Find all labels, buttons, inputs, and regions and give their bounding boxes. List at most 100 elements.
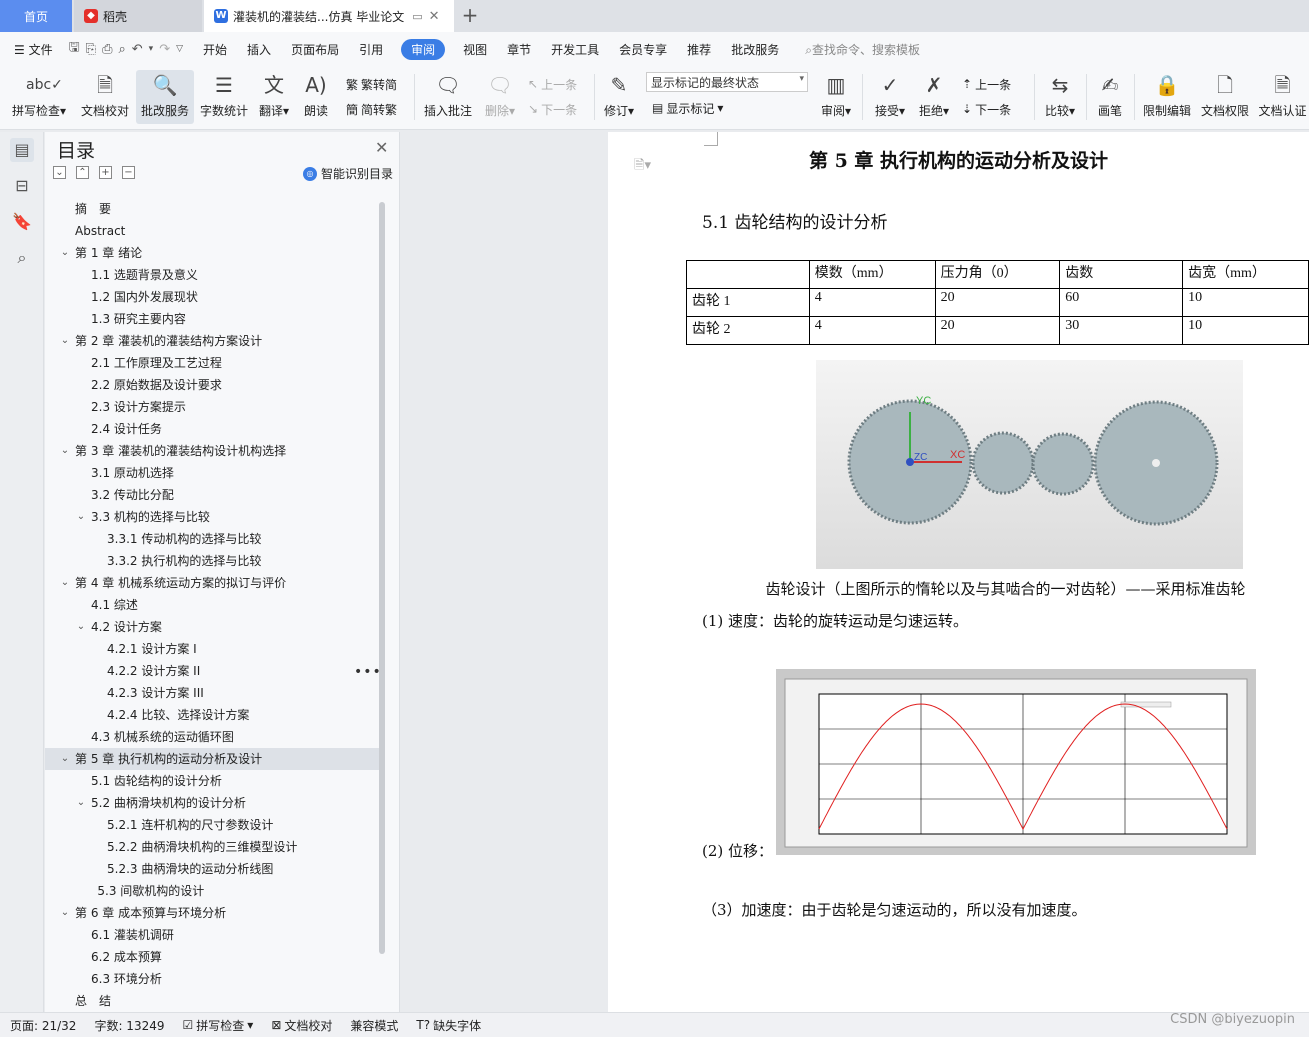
toc-item[interactable]: 3.3.1 传动机构的选择与比较 — [45, 528, 380, 550]
spell-check-status[interactable]: ☑ 拼写检查 ▾ — [183, 1017, 254, 1034]
undo-icon[interactable]: ↶ — [132, 42, 143, 57]
spell-check-button[interactable]: abc✓ 拼写检查▾ — [8, 70, 70, 124]
proofread-status[interactable]: ⊠ 文档校对 — [271, 1017, 332, 1034]
toc-item[interactable]: 5.1 齿轮结构的设计分析 — [45, 770, 380, 792]
toc-item[interactable]: 5.3 间歇机构的设计 — [45, 880, 380, 902]
delete-comment-button[interactable]: 🗨 删除▾ — [480, 70, 520, 124]
word-count-button[interactable]: ☰ 字数统计 — [198, 70, 250, 124]
toc-item[interactable]: 6.2 成本预算 — [45, 946, 380, 968]
tab-docer[interactable]: ◆ 稻壳 — [74, 0, 202, 32]
toc-item[interactable]: 5.2.1 连杆机构的尺寸参数设计 — [45, 814, 380, 836]
reject-button[interactable]: ✗ 拒绝▾ — [914, 70, 954, 124]
next-comment-button[interactable]: ↘ 下一条 — [528, 99, 577, 119]
mark-state-select[interactable]: 显示标记的最终状态 ▾ — [646, 72, 808, 92]
toc-item[interactable]: Abstract — [45, 220, 380, 242]
toc-item[interactable]: ⌄ 第 5 章 执行机构的运动分析及设计 — [45, 748, 380, 770]
chevron-down-icon[interactable]: ⌄ — [59, 572, 71, 594]
prev-comment-button[interactable]: ↖ 上一条 — [528, 74, 577, 94]
command-search[interactable]: ⌕查找命令、搜索模板 — [805, 41, 920, 58]
menu-review-service[interactable]: 批改服务 — [731, 41, 779, 58]
chevron-down-icon[interactable]: ⌄ — [59, 440, 71, 462]
restore-icon[interactable]: ▭ — [412, 10, 422, 23]
menu-section[interactable]: 章节 — [507, 41, 531, 58]
restrict-editing-button[interactable]: 🔒 限制编辑 — [1140, 70, 1194, 124]
tab-home[interactable]: 首页 — [0, 0, 72, 32]
doc-permission-button[interactable]: 🗋 文档权限 — [1198, 70, 1252, 124]
save-icon[interactable]: 🖫 — [69, 38, 80, 60]
toc-item[interactable]: 2.2 原始数据及设计要求 — [45, 374, 380, 396]
toc-panel-icon[interactable]: ▤ — [10, 138, 34, 162]
toc-item[interactable]: 4.2.3 设计方案 III — [45, 682, 380, 704]
word-count-indicator[interactable]: 字数: 13249 — [94, 1017, 164, 1034]
compare-button[interactable]: ⇆ 比较▾ — [1040, 70, 1080, 124]
toc-item[interactable]: 4.2.1 设计方案 I — [45, 638, 380, 660]
chevron-down-icon[interactable]: ⌄ — [75, 506, 87, 528]
remove-heading-icon[interactable]: − — [122, 166, 135, 179]
add-heading-icon[interactable]: + — [99, 166, 112, 179]
toc-item[interactable]: ⌄ 3.3 机构的选择与比较 — [45, 506, 380, 528]
new-tab-button[interactable]: + — [458, 4, 482, 28]
toc-item[interactable]: ⌄ 5.2 曲柄滑块机构的设计分析 — [45, 792, 380, 814]
chapter-nav-icon[interactable]: ⊟ — [10, 174, 34, 198]
page-indicator[interactable]: 页面: 21/32 — [10, 1017, 76, 1034]
toc-item[interactable]: 6.1 灌装机调研 — [45, 924, 380, 946]
bookmark-icon[interactable]: 🔖 — [10, 210, 34, 234]
expand-all-icon[interactable]: ⌄ — [53, 166, 66, 179]
redo-icon[interactable]: ↷ — [159, 42, 170, 57]
undo-dropdown-icon[interactable]: ▾ — [149, 44, 154, 54]
menu-insert[interactable]: 插入 — [247, 41, 271, 58]
toc-item[interactable]: ⌄ 第 2 章 灌装机的灌装结构方案设计 — [45, 330, 380, 352]
trad-to-simp-button[interactable]: 繁繁转简 — [346, 74, 397, 94]
chevron-down-icon[interactable]: ⌄ — [59, 242, 71, 264]
toc-item[interactable]: 1.1 选题背景及意义 — [45, 264, 380, 286]
toc-item[interactable]: 3.1 原动机选择 — [45, 462, 380, 484]
read-aloud-button[interactable]: A) 朗读 — [298, 70, 334, 124]
track-changes-button[interactable]: ✎ 修订▾ — [600, 70, 638, 124]
show-marks-button[interactable]: ▤ 显示标记 ▾ — [652, 98, 723, 118]
menu-member[interactable]: 会员专享 — [619, 41, 667, 58]
close-icon[interactable]: ✕ — [375, 138, 388, 157]
print-icon[interactable]: ⎙ — [102, 42, 112, 57]
chevron-down-icon[interactable]: ⌄ — [59, 902, 71, 924]
translate-button[interactable]: 文翻译▾ — [255, 70, 293, 124]
toc-item[interactable]: 4.2.2 设计方案 II — [45, 660, 380, 682]
toc-item[interactable]: 2.1 工作原理及工艺过程 — [45, 352, 380, 374]
print-preview-icon[interactable]: ⌕ — [118, 42, 125, 57]
menu-recommend[interactable]: 推荐 — [687, 41, 711, 58]
toc-item[interactable]: ⌄ 4.2 设计方案 — [45, 616, 380, 638]
close-tab-icon[interactable]: ✕ — [429, 9, 440, 24]
menu-review[interactable]: 审阅 — [401, 38, 446, 60]
toc-item[interactable]: 2.3 设计方案提示 — [45, 396, 380, 418]
menu-references[interactable]: 引用 — [359, 41, 383, 58]
toc-item[interactable]: 6.3 环境分析 — [45, 968, 380, 990]
toc-item[interactable]: 5.2.3 曲柄滑块的运动分析线图 — [45, 858, 380, 880]
proofread-button[interactable]: 🗎 文档校对 — [76, 70, 134, 124]
chevron-down-icon[interactable]: ⌄ — [75, 616, 87, 638]
review-service-button[interactable]: 🔍 批改服务 — [136, 70, 194, 124]
pen-button[interactable]: ✍ 画笔 — [1092, 70, 1128, 124]
toc-item[interactable]: ⌄ 第 3 章 灌装机的灌装结构设计机构选择 — [45, 440, 380, 462]
toc-item[interactable]: ⌄ 第 4 章 机械系统运动方案的拟订与评价 — [45, 572, 380, 594]
toc-item[interactable]: 4.3 机械系统的运动循环图 — [45, 726, 380, 748]
toc-scrollbar[interactable] — [379, 202, 385, 954]
simp-to-trad-button[interactable]: 簡简转繁 — [346, 99, 397, 119]
menu-developer[interactable]: 开发工具 — [551, 41, 599, 58]
chevron-down-icon[interactable]: ⌄ — [75, 792, 87, 814]
insert-comment-button[interactable]: 🗨 插入批注 — [422, 70, 474, 124]
toc-item[interactable]: 1.2 国内外发展现状 — [45, 286, 380, 308]
menu-layout[interactable]: 页面布局 — [291, 41, 339, 58]
toc-item[interactable]: ⌄ 第 6 章 成本预算与环境分析 — [45, 902, 380, 924]
toc-item[interactable]: 4.1 综述 — [45, 594, 380, 616]
toc-item[interactable]: 3.2 传动比分配 — [45, 484, 380, 506]
collapse-all-icon[interactable]: ⌃ — [76, 166, 89, 179]
menu-home[interactable]: 开始 — [203, 41, 227, 58]
doc-auth-button[interactable]: 🗎 文档认证 — [1256, 70, 1309, 124]
toc-item[interactable]: 2.4 设计任务 — [45, 418, 380, 440]
chevron-down-icon[interactable]: ⌄ — [59, 330, 71, 352]
tab-document[interactable]: W 灌装机的灌装结...仿真 毕业论文 ▭ ✕ — [204, 0, 454, 32]
menu-view[interactable]: 视图 — [463, 41, 487, 58]
toc-item[interactable]: 4.2.4 比较、选择设计方案 — [45, 704, 380, 726]
toc-item[interactable]: 总 结 — [45, 990, 380, 1012]
customize-dropdown-icon[interactable]: ▽ — [176, 44, 183, 54]
next-change-button[interactable]: ⇣ 下一条 — [962, 99, 1011, 119]
